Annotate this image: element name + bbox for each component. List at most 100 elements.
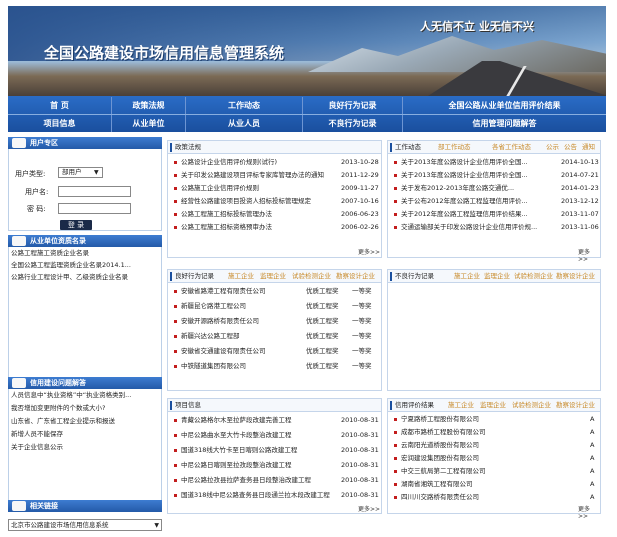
login-box: 用户类型: 部用户 ▼ 用户名: 密 码: 登 录 [8, 149, 162, 231]
username-input[interactable] [58, 186, 131, 197]
nav-companies[interactable]: 从业单位 [112, 115, 186, 132]
list-item[interactable]: 安徽省路港工程有限责任公司 优质工程奖 一等奖 [168, 285, 381, 298]
links-title: 相关链接 [30, 502, 58, 510]
tab-testing[interactable]: 试验检测企业 [514, 272, 553, 281]
nav-credit-results[interactable]: 全国公路从业单位信用评价结果 [403, 97, 606, 114]
bad-records-panel: 不良行为记录 施工企业 监理企业 试验检测企业 勘察设计企业 [387, 269, 601, 391]
tab-design[interactable]: 勘察设计企业 [336, 272, 375, 281]
list-item[interactable]: 中尼公路曲水至大竹卡段整治改建工程 2010-08-31 [168, 429, 381, 442]
tab-construction[interactable]: 施工企业 [228, 272, 254, 281]
tab-supervision[interactable]: 监理企业 [484, 272, 510, 281]
policy-more-link[interactable]: 更多>> [358, 247, 380, 256]
list-item[interactable]: 公路行业工程设计甲、乙级资质企业名录 [9, 271, 161, 283]
header-banner: 全国公路建设市场信用信息管理系统 人无信不立 业无信不兴 [8, 6, 606, 96]
list-item[interactable]: 安徽开源路桥有限责任公司 优质工程奖 一等奖 [168, 315, 381, 328]
nav-projects[interactable]: 项目信息 [8, 115, 112, 132]
list-item[interactable]: 经营性公路建设项目投资人招标投标管理规定 2007-10-16 [168, 195, 381, 208]
tab-construction[interactable]: 施工企业 [454, 272, 480, 281]
list-item[interactable]: 公路施工企业信用评价规则 2009-11-27 [168, 182, 381, 195]
list-item[interactable]: 四川川交路桥有限责任公司 A [388, 491, 600, 504]
tab-construction[interactable]: 施工企业 [448, 401, 474, 410]
list-item[interactable]: 中交三航局第二工程有限公司 A [388, 465, 600, 478]
password-label: 密 码: [27, 205, 46, 213]
tab-publicity[interactable]: 公示 [546, 143, 559, 152]
company-query-list: 公路工程施工资质企业名录 全国公路工程监理资质企业名录2014.1... 公路行… [8, 247, 162, 377]
good-records-panel: 良好行为记录 施工企业 监理企业 试验检测企业 勘察设计企业 安徽省路港工程有限… [167, 269, 382, 391]
list-item[interactable]: 中铁隧道集团有限公司 优质工程奖 一等奖 [168, 360, 381, 373]
tab-province-news[interactable]: 各省工作动态 [492, 143, 531, 152]
list-item[interactable]: 关于2013年度公路设计企业信用评价全国... 2014-10-13 [388, 156, 600, 169]
bad-records-title: 不良行为记录 [395, 272, 434, 280]
list-item[interactable]: 我否增加变更附件的个数或大小? [9, 402, 161, 415]
tab-supervision[interactable]: 监理企业 [260, 272, 286, 281]
nav-personnel[interactable]: 从业人员 [186, 115, 303, 132]
list-item[interactable]: 国道318线大竹卡至日喀则公路改建工程 2010-08-31 [168, 444, 381, 457]
faq-list: 人员信息中“执业资格”中“执业资格类别... 我否增加变更附件的个数或大小? 山… [8, 389, 162, 500]
list-item[interactable]: 公路设计企业信用评价规则(试行) 2013-10-28 [168, 156, 381, 169]
nav-home[interactable]: 首 页 [8, 97, 112, 114]
tab-supervision[interactable]: 监理企业 [480, 401, 506, 410]
user-zone-title: 用户专区 [30, 139, 58, 147]
list-item[interactable]: 交通运输部关于印发公路设计企业信用评价规... 2013-11-06 [388, 221, 600, 234]
list-item[interactable]: 公路工程施工资质企业名录 [9, 247, 161, 259]
tab-ministry-news[interactable]: 部工作动态 [438, 143, 471, 152]
list-item[interactable]: 成都市路桥工程股份有限公司 A [388, 426, 600, 439]
list-item[interactable]: 新增人员不能保存 [9, 428, 161, 441]
nav-news[interactable]: 工作动态 [186, 97, 303, 114]
nav-policy[interactable]: 政策法规 [112, 97, 186, 114]
list-item[interactable]: 中尼公路拉孜县拉萨查务县日段整治改建工程 2010-08-31 [168, 474, 381, 487]
list-item[interactable]: 关于企业信息公示 [9, 441, 161, 454]
faq-header: 信用建设问题解答 [8, 377, 162, 389]
nav-faq[interactable]: 信用管理问题解答 [403, 115, 606, 132]
news-more-link[interactable]: 更多>> [578, 247, 600, 263]
login-button[interactable]: 登 录 [60, 220, 92, 230]
chevron-down-icon: ▼ [154, 522, 159, 529]
list-item[interactable]: 关于印发公路建设项目评标专家库管理办法的通知 2011-12-29 [168, 169, 381, 182]
list-item[interactable]: 安徽省交通建设有限责任公司 优质工程奖 一等奖 [168, 345, 381, 358]
list-item[interactable]: 新疆昆仑路港工程公司 优质工程奖 一等奖 [168, 300, 381, 313]
list-item[interactable]: 公路工程施工招标投标管理办法 2006-06-23 [168, 208, 381, 221]
list-item[interactable]: 青藏公路格尔木至拉萨段改建完善工程 2010-08-31 [168, 414, 381, 427]
user-zone-header: 用户专区 [8, 137, 162, 149]
nav-bad-records[interactable]: 不良行为记录 [303, 115, 403, 132]
nav-good-records[interactable]: 良好行为记录 [303, 97, 403, 114]
tab-testing[interactable]: 试验检测企业 [292, 272, 331, 281]
good-records-title: 良好行为记录 [175, 272, 214, 280]
links-header: 相关链接 [8, 500, 162, 512]
projects-more-link[interactable]: 更多>> [358, 504, 380, 513]
slogan: 人无信不立 业无信不兴 [420, 20, 534, 33]
folder-icon [12, 236, 26, 246]
list-item[interactable]: 关于公布2012年度公路工程监理信用评价... 2013-12-12 [388, 195, 600, 208]
link-icon [12, 501, 26, 511]
tab-notice[interactable]: 通知 [582, 143, 595, 152]
list-item[interactable]: 公路工程施工招标资格预审办法 2006-02-26 [168, 221, 381, 234]
tab-testing[interactable]: 试验检测企业 [512, 401, 551, 410]
list-item[interactable]: 全国公路工程监理资质企业名录2014.1... [9, 259, 161, 271]
company-query-title: 从业单位资质名录 [30, 237, 86, 245]
main-nav: 首 页 政策法规 工作动态 良好行为记录 全国公路从业单位信用评价结果 项目信息… [8, 96, 606, 132]
tab-design[interactable]: 勘察设计企业 [556, 272, 595, 281]
related-links-select[interactable]: 北京市公路建设市场信用信息系统 ▼ [8, 519, 162, 531]
chevron-down-icon: ▼ [94, 169, 99, 176]
credit-more-link[interactable]: 更多>> [578, 504, 600, 520]
policy-title: 政策法规 [175, 143, 201, 151]
list-item[interactable]: 山东省、广东省工程企业提示和报送 [9, 415, 161, 428]
list-item[interactable]: 关于发布2012-2013年度公路交通优... 2014-01-23 [388, 182, 600, 195]
list-item[interactable]: 云南阳光道桥股份有限公司 A [388, 439, 600, 452]
projects-title: 项目信息 [175, 401, 201, 409]
password-input[interactable] [58, 203, 131, 214]
list-item[interactable]: 新疆兴达公路工程部 优质工程奖 一等奖 [168, 330, 381, 343]
list-item[interactable]: 关于2012年度公路工程监理信用评价结果... 2013-11-07 [388, 208, 600, 221]
list-item[interactable]: 人员信息中“执业资格”中“执业资格类别... [9, 389, 161, 402]
list-item[interactable]: 宏润建设集团股份有限公司 A [388, 452, 600, 465]
user-type-select[interactable]: 部用户 ▼ [58, 167, 103, 178]
list-item[interactable]: 宁夏路桥工程股份有限公司 A [388, 413, 600, 426]
tab-design[interactable]: 勘察设计企业 [556, 401, 595, 410]
list-item[interactable]: 关于2013年度公路设计企业信用评价全国... 2014-07-21 [388, 169, 600, 182]
list-item[interactable]: 国道318线中尼公路查务县日段通兰拉木段改建工程 2010-08-31 [168, 489, 381, 502]
tab-announcement[interactable]: 公告 [564, 143, 577, 152]
list-item[interactable]: 湖南省湘筑工程有限公司 A [388, 478, 600, 491]
list-item[interactable]: 中尼公路日喀则至拉孜段整治改建工程 2010-08-31 [168, 459, 381, 472]
username-label: 用户名: [25, 188, 49, 196]
user-type-label: 用户类型: [15, 170, 46, 178]
